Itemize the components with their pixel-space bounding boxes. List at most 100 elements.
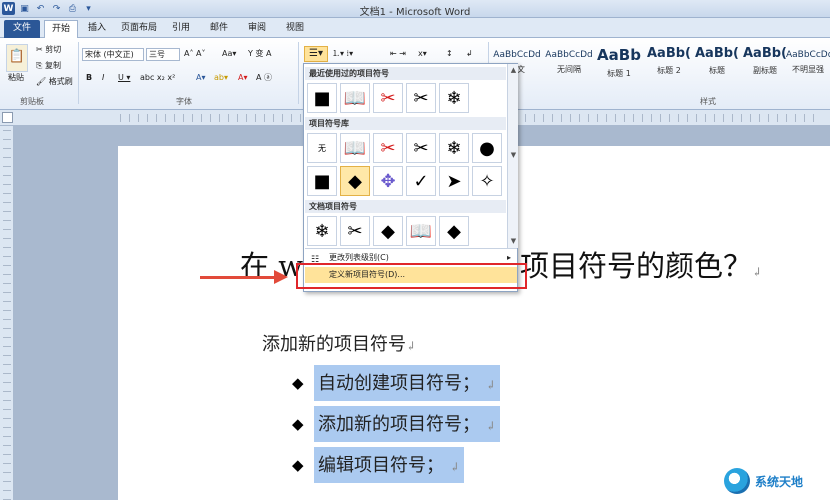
scroll-down-icon[interactable]: ▼	[509, 150, 518, 160]
change-case-icon[interactable]: Aa▾	[222, 48, 236, 60]
copy-label: 复制	[44, 61, 61, 70]
list-text: 自动创建项目符号；	[318, 373, 480, 394]
bullet-library-dropdown: 最近使用过的项目符号 ■ 📖 ✂ ✂ ❄ 项目符号库 无 📖 ✂ ✂ ❄ ● ■…	[303, 63, 518, 292]
style-sample: AaBb(	[647, 46, 691, 61]
document-bullets-header: 文档项目符号	[305, 200, 506, 213]
style-no-spacing[interactable]: AaBbCcDd 无间隔	[544, 44, 594, 90]
divider	[298, 42, 299, 104]
four-diamond-bullet-icon[interactable]: ✥	[373, 166, 403, 196]
circle-bullet-icon[interactable]: ●	[472, 133, 502, 163]
style-title[interactable]: AaBb( 标题	[692, 44, 742, 90]
list-item[interactable]: ◆ 编辑项目符号； ↲	[292, 447, 464, 483]
style-sample: AaBb(	[743, 46, 787, 61]
tab-view[interactable]: 视图	[280, 20, 310, 38]
arrowhead-bullet-icon[interactable]: ➤	[439, 166, 469, 196]
format-painter-label: 格式刷	[48, 77, 73, 86]
bullets-button[interactable]: ☰▾	[304, 46, 328, 62]
scissors-bullet-icon[interactable]: ✂	[373, 83, 403, 113]
tab-page-layout[interactable]: 页面布局	[116, 20, 162, 38]
document-title-end[interactable]: 项目符号的颜色？↲	[520, 243, 762, 285]
list-item[interactable]: ◆ 自动创建项目符号； ↲	[292, 365, 500, 401]
format-painter-button[interactable]: 🖌 格式刷	[36, 76, 73, 88]
italic-icon[interactable]: I	[102, 72, 104, 84]
char-shading-icon[interactable]: A ⓐ	[256, 72, 272, 84]
watermark-logo-icon	[724, 468, 750, 494]
scissors-bullet-icon[interactable]: ✂	[373, 133, 403, 163]
diamond-bullet-icon: ◆	[292, 415, 304, 433]
list-item[interactable]: ◆ 添加新的项目符号； ↲	[292, 406, 500, 442]
diamond-bullet-icon[interactable]: ◆	[439, 216, 469, 246]
square-bullet-icon[interactable]: ■	[307, 83, 337, 113]
sort-icon[interactable]: ↕	[446, 48, 453, 60]
paragraph-mark-icon: ↲	[485, 419, 496, 433]
scissors-icon: ✂	[36, 45, 46, 54]
highlight-color-icon[interactable]: ab▾	[214, 72, 228, 84]
tab-review[interactable]: 审阅	[242, 20, 272, 38]
book-bullet-icon[interactable]: 📖	[340, 83, 370, 113]
copy-button[interactable]: ⎘ 复制	[36, 60, 61, 72]
divider	[305, 248, 517, 249]
scroll-up-icon[interactable]: ▲	[509, 65, 518, 75]
snowflake-bullet-icon[interactable]: ❄	[307, 216, 337, 246]
title-text-end: 项目符号的颜色？	[520, 249, 753, 283]
cut-button[interactable]: ✂ 剪切	[36, 44, 61, 56]
numbering-icon[interactable]: ⒈▾ ⁞▾	[332, 48, 353, 60]
font-grow-shrink-icon[interactable]: A˄ A˅	[184, 48, 206, 60]
tab-file[interactable]: 文件	[4, 20, 40, 38]
underline-icon[interactable]: U ▾	[118, 72, 130, 84]
scissors-bullet-icon[interactable]: ✂	[406, 133, 436, 163]
expand-gallery-icon[interactable]: ▼	[509, 236, 518, 246]
style-name: 标题 1	[607, 69, 631, 78]
paste-button[interactable]: 粘贴	[8, 72, 24, 84]
style-sample: AaBbCcDd	[786, 50, 830, 60]
document-paragraph[interactable]: 添加新的项目符号↲	[262, 330, 416, 356]
paragraph-text: 添加新的项目符号	[262, 334, 406, 355]
font-size-select[interactable]: 三号	[146, 48, 180, 61]
vertical-ruler[interactable]	[0, 126, 14, 500]
list-item-text: 编辑项目符号； ↲	[314, 447, 464, 483]
style-subtitle[interactable]: AaBb( 副标题	[740, 44, 790, 90]
style-heading-2[interactable]: AaBb( 标题 2	[644, 44, 694, 90]
change-list-level-label: 更改列表级别(C)	[329, 253, 389, 262]
bullet-library-header: 项目符号库	[305, 117, 506, 130]
watermark: 系统天地	[724, 466, 828, 496]
indent-icon[interactable]: ⇤ ⇥	[390, 48, 406, 60]
diamond-bullet-icon[interactable]: ◆	[373, 216, 403, 246]
tab-mailings[interactable]: 邮件	[204, 20, 234, 38]
styles-group-label: 样式	[700, 97, 716, 106]
paste-icon[interactable]: 📋	[6, 44, 28, 72]
bold-icon[interactable]: B	[86, 72, 92, 84]
style-sample: AaBbCcDd	[493, 50, 541, 60]
square-bullet-icon[interactable]: ■	[307, 166, 337, 196]
tab-references[interactable]: 引用	[166, 20, 196, 38]
font-color-icon[interactable]: A▾	[238, 72, 248, 84]
chinese-layout-icon[interactable]: ⅹ▾	[418, 48, 427, 60]
no-bullet-option[interactable]: 无	[307, 133, 337, 163]
star-bullet-icon[interactable]: ✧	[472, 166, 502, 196]
show-marks-icon[interactable]: ↲	[466, 48, 473, 60]
font-name-select[interactable]: 宋体 (中文正)	[82, 48, 144, 61]
snowflake-bullet-icon[interactable]: ❄	[439, 83, 469, 113]
diamond-bullet-icon[interactable]: ◆	[340, 166, 370, 196]
style-name: 副标题	[753, 66, 777, 75]
ribbon-tabs: 文件 开始 插入 页面布局 引用 邮件 审阅 视图	[0, 18, 830, 38]
snowflake-bullet-icon[interactable]: ❄	[439, 133, 469, 163]
scissors-bullet-icon[interactable]: ✂	[340, 216, 370, 246]
phonetic-guide-icon[interactable]: ꓬ 变 A	[248, 48, 271, 60]
style-heading-1[interactable]: AaBb 标题 1	[594, 44, 644, 90]
tab-selector-icon[interactable]	[2, 112, 13, 123]
cut-label: 剪切	[45, 45, 62, 54]
dropdown-scrollbar[interactable]: ▲ ▼ ▼	[507, 64, 518, 248]
tab-home[interactable]: 开始	[44, 20, 78, 38]
tab-insert[interactable]: 插入	[82, 20, 112, 38]
strikethrough-icon[interactable]: abc x₂ x²	[140, 72, 175, 84]
style-name: 无间隔	[557, 65, 581, 74]
book-bullet-icon[interactable]: 📖	[340, 133, 370, 163]
style-name: 不明显强	[792, 65, 824, 74]
checkmark-bullet-icon[interactable]: ✓	[406, 166, 436, 196]
text-effects-icon[interactable]: A▾	[196, 72, 206, 84]
scissors-bullet-icon[interactable]: ✂	[406, 83, 436, 113]
book-bullet-icon[interactable]: 📖	[406, 216, 436, 246]
style-subtle-emphasis[interactable]: AaBbCcDd 不明显强	[786, 44, 830, 90]
paragraph-mark-icon: ↲	[406, 339, 417, 353]
